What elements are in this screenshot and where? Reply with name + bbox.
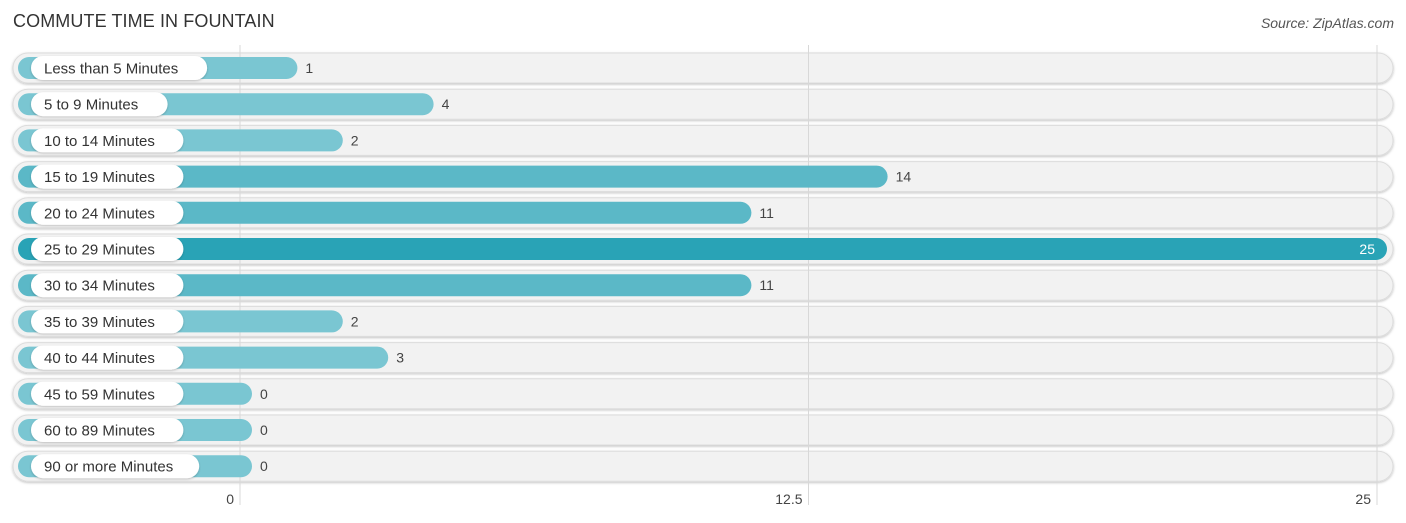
value-label: 25: [1359, 241, 1375, 257]
category-label: 25 to 29 Minutes: [44, 242, 155, 259]
value-label: 4: [442, 96, 450, 112]
value-label: 0: [260, 422, 268, 438]
category-label: 60 to 89 Minutes: [44, 423, 155, 440]
x-tick-label: 0: [226, 491, 234, 507]
category-label: 45 to 59 Minutes: [44, 386, 155, 403]
value-label: 0: [260, 386, 268, 402]
value-label: 1: [305, 60, 313, 76]
value-label: 3: [396, 350, 404, 366]
x-tick-label: 12.5: [775, 491, 802, 507]
value-label: 14: [896, 169, 912, 185]
bar[interactable]: [18, 238, 1387, 260]
category-label: 15 to 19 Minutes: [44, 169, 155, 186]
value-label: 2: [351, 132, 359, 148]
value-label: 11: [759, 277, 774, 293]
category-label: Less than 5 Minutes: [44, 61, 178, 78]
category-label: 10 to 14 Minutes: [44, 133, 155, 150]
category-label: 30 to 34 Minutes: [44, 278, 155, 295]
value-label: 0: [260, 458, 268, 474]
value-label: 11: [759, 205, 774, 221]
category-label: 5 to 9 Minutes: [44, 97, 138, 114]
value-label: 2: [351, 313, 359, 329]
bar-chart: Less than 5 Minutes 1 5 to 9 Minutes 4 10 to…: [12, 45, 1394, 507]
category-label: 20 to 24 Minutes: [44, 205, 155, 222]
category-label: 40 to 44 Minutes: [44, 350, 155, 367]
x-tick-label: 25: [1355, 491, 1371, 507]
category-label: 90 or more Minutes: [44, 459, 173, 476]
category-label: 35 to 39 Minutes: [44, 314, 155, 331]
